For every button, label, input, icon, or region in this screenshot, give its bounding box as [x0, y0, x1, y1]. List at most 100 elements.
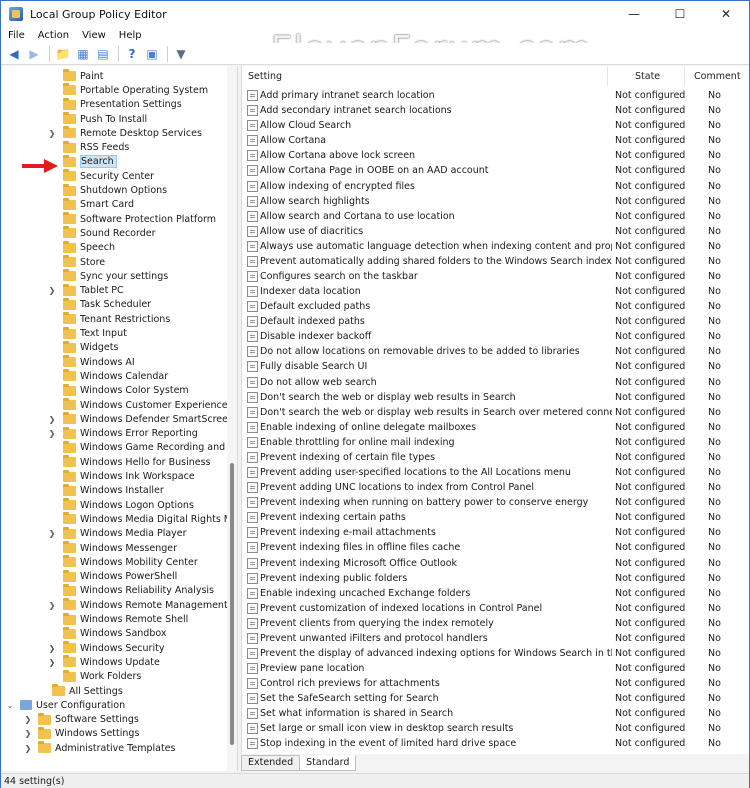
tree-item[interactable]: Windows Hello for Business: [52, 455, 211, 469]
chevron-right-icon[interactable]: ❯: [48, 658, 56, 667]
table-row[interactable]: Disable indexer backoff Not configured No: [242, 329, 749, 344]
table-row[interactable]: Prevent customization of indexed locatio…: [242, 601, 749, 616]
tree-item[interactable]: Push To Install: [52, 112, 147, 126]
chevron-right-icon[interactable]: ❯: [48, 429, 56, 438]
chevron-right-icon[interactable]: ❯: [48, 129, 56, 138]
tree-item[interactable]: Paint: [52, 69, 104, 83]
table-row[interactable]: Prevent automatically adding shared fold…: [242, 254, 749, 269]
tree-item[interactable]: Windows AI: [52, 355, 135, 369]
maximize-button[interactable]: ☐: [657, 1, 703, 27]
tree-scrollbar-thumb[interactable]: [230, 463, 234, 745]
tree-item[interactable]: Windows Ink Workspace: [52, 469, 195, 483]
properties-icon[interactable]: ▣: [143, 45, 161, 63]
table-row[interactable]: Set what information is shared in Search…: [242, 706, 749, 721]
tree-item[interactable]: Task Scheduler: [52, 297, 151, 312]
table-row[interactable]: Control rich previews for attachments Not…: [242, 676, 749, 691]
tree-item[interactable]: Windows Logon Options: [52, 498, 194, 512]
tree-item[interactable]: Text Input: [52, 326, 127, 340]
column-header-state[interactable]: State: [635, 66, 695, 86]
chevron-right-icon[interactable]: ❯: [24, 715, 32, 724]
tree-item[interactable]: Widgets: [52, 340, 118, 355]
tree-pane[interactable]: Paint Portable Operating System Presentati…: [2, 66, 238, 771]
tree-item[interactable]: Windows Color System: [52, 383, 189, 398]
table-row[interactable]: Prevent indexing when running on battery…: [242, 495, 749, 510]
table-row[interactable]: Prevent the display of advanced indexing…: [242, 646, 749, 661]
settings-list-pane[interactable]: Setting State Comment Add primary intran…: [241, 66, 749, 754]
tree-item[interactable]: ❯ Windows Remote Management (W: [49, 598, 237, 612]
table-row[interactable]: Enable indexing uncached Exchange folder…: [242, 586, 749, 601]
chevron-right-icon[interactable]: ❯: [48, 286, 56, 295]
tree-item[interactable]: Search: [52, 154, 117, 169]
table-row[interactable]: Prevent unwanted iFilters and protocol h…: [242, 631, 749, 646]
table-row[interactable]: Prevent adding user-specified locations …: [242, 465, 749, 480]
tree-item[interactable]: Portable Operating System: [52, 83, 208, 97]
table-row[interactable]: Allow Cortana Not configured No: [242, 133, 749, 148]
help-icon[interactable]: ?: [123, 45, 141, 63]
chevron-right-icon[interactable]: ❯: [48, 601, 56, 610]
column-header-setting[interactable]: Setting: [248, 66, 608, 86]
table-row[interactable]: Allow Cortana Page in OOBE on an AAD acc…: [242, 163, 749, 178]
tree-item[interactable]: ❯ Windows Defender SmartScreen: [49, 412, 234, 426]
tree-item[interactable]: Windows Game Recording and Bro: [52, 440, 237, 455]
tree-item[interactable]: Shutdown Options: [52, 183, 167, 197]
tree-item[interactable]: Windows Messenger: [52, 541, 177, 555]
tree-item[interactable]: Store: [52, 255, 105, 269]
table-row[interactable]: Do not allow locations on removable driv…: [242, 344, 749, 359]
table-row[interactable]: Prevent indexing of certain file types No…: [242, 450, 749, 465]
table-row[interactable]: Preview pane location Not configured No: [242, 661, 749, 676]
tree-item[interactable]: ❯ Windows Error Reporting: [49, 426, 198, 441]
table-row[interactable]: Don't search the web or display web resu…: [242, 390, 749, 405]
up-folder-icon[interactable]: 📁: [54, 45, 72, 63]
table-row[interactable]: Add primary intranet search location Not …: [242, 88, 749, 103]
tree-item[interactable]: Windows Customer Experience Imp: [52, 398, 237, 412]
tree-item[interactable]: Tenant Restrictions: [52, 312, 170, 326]
tree-item[interactable]: Windows PowerShell: [52, 569, 177, 584]
tree-item-all-settings[interactable]: All Settings: [52, 684, 123, 698]
table-row[interactable]: Allow Cloud Search Not configured No: [242, 118, 749, 133]
table-row[interactable]: Do not allow web search Not configured No: [242, 375, 749, 390]
minimize-button[interactable]: —: [611, 1, 657, 27]
tree-item[interactable]: Windows Sandbox: [52, 626, 167, 641]
table-row[interactable]: Add secondary intranet search locations N…: [242, 103, 749, 118]
table-row[interactable]: Prevent indexing files in offline files …: [242, 540, 749, 555]
back-arrow-icon[interactable]: ◀: [5, 45, 23, 63]
table-row[interactable]: Default excluded paths Not configured No: [242, 299, 749, 314]
tree-item[interactable]: Sync your settings: [52, 269, 168, 283]
table-row[interactable]: Allow search and Cortana to use location…: [242, 209, 749, 224]
tree-item[interactable]: Speech: [52, 240, 115, 255]
table-row[interactable]: Prevent indexing certain paths Not config…: [242, 510, 749, 525]
chevron-down-icon[interactable]: ⌄: [6, 701, 14, 710]
tree-item[interactable]: ❯ Remote Desktop Services: [49, 126, 202, 140]
table-row[interactable]: Default indexed paths Not configured No: [242, 314, 749, 329]
tree-item[interactable]: Software Protection Platform: [52, 212, 216, 226]
table-row[interactable]: Enable indexing of online delegate mailb…: [242, 420, 749, 435]
column-divider[interactable]: [684, 66, 685, 86]
tree-item[interactable]: Windows Reliability Analysis: [52, 583, 214, 598]
tree-item[interactable]: ❯ Windows Security: [49, 641, 164, 655]
tree-item[interactable]: Windows Calendar: [52, 369, 168, 383]
tree-item[interactable]: RSS Feeds: [52, 140, 129, 155]
table-row[interactable]: Prevent clients from querying the index …: [242, 616, 749, 631]
chevron-right-icon[interactable]: ❯: [24, 744, 32, 753]
tree-item[interactable]: Windows Remote Shell: [52, 612, 188, 626]
forward-arrow-icon[interactable]: ▶: [25, 45, 43, 63]
tab-extended[interactable]: Extended: [241, 755, 301, 771]
close-button[interactable]: ✕: [703, 1, 749, 27]
tree-item[interactable]: ❯ Administrative Templates: [24, 741, 175, 755]
tree-item[interactable]: ❯ Windows Media Player: [49, 526, 187, 541]
tree-item[interactable]: Windows Mobility Center: [52, 555, 198, 569]
table-row[interactable]: Set the SafeSearch setting for Search Not…: [242, 691, 749, 706]
table-row[interactable]: Prevent indexing e-mail attachments Not c…: [242, 525, 749, 540]
table-row[interactable]: Allow Cortana above lock screen Not confi…: [242, 148, 749, 163]
tree-item[interactable]: Presentation Settings: [52, 97, 182, 112]
tree-item[interactable]: Work Folders: [52, 669, 141, 684]
table-row[interactable]: Allow search highlights Not configured No: [242, 194, 749, 209]
table-row[interactable]: Fully disable Search UI Not configured No: [242, 359, 749, 374]
tree-item[interactable]: Security Center: [52, 169, 154, 183]
export-list-icon[interactable]: ▤: [94, 45, 112, 63]
menu-help[interactable]: Help: [112, 30, 148, 41]
filter-icon[interactable]: ▼: [172, 45, 190, 63]
tree-item[interactable]: ❯ Windows Update: [49, 655, 160, 669]
table-row[interactable]: Prevent indexing public folders Not confi…: [242, 571, 749, 586]
tree-item[interactable]: Smart Card: [52, 197, 134, 212]
